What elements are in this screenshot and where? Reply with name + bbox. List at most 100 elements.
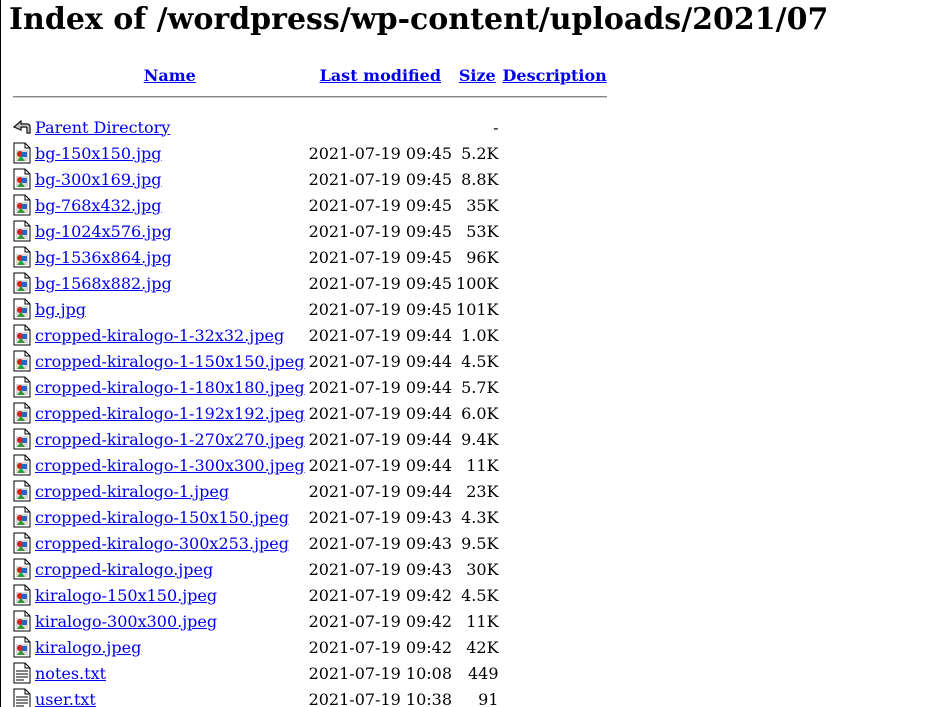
header-icon-cell: [12, 63, 32, 87]
file-last-modified: 2021-07-19 09:44: [308, 377, 453, 397]
file-description: [502, 141, 608, 165]
file-link[interactable]: kiralogo.jpeg: [35, 638, 141, 657]
file-size: 4.3K: [461, 507, 499, 527]
file-last-modified: 2021-07-19 09:44: [308, 325, 453, 345]
file-link[interactable]: bg-1568x882.jpg: [35, 274, 172, 293]
sort-by-last-modified-link[interactable]: Last modified: [320, 66, 441, 85]
sort-by-description-link[interactable]: Description: [503, 66, 607, 85]
header-divider: [13, 96, 607, 98]
file-row: cropped-kiralogo-1.jpeg 2021-07-19 09:44 2…: [12, 479, 608, 503]
directory-listing-table: Name Last modified Size Description Pare…: [10, 61, 610, 707]
file-last-modified: 2021-07-19 09:45: [308, 247, 453, 267]
file-size: 11K: [466, 611, 499, 631]
file-link[interactable]: cropped-kiralogo-1-32x32.jpeg: [35, 326, 284, 345]
image-file-icon: [12, 428, 32, 450]
file-link[interactable]: cropped-kiralogo-1-180x180.jpeg: [35, 378, 305, 397]
file-last-modified: 2021-07-19 09:45: [308, 221, 453, 241]
file-link[interactable]: bg-150x150.jpg: [35, 144, 162, 163]
file-size: 11K: [466, 455, 499, 475]
file-size: 23K: [466, 481, 499, 501]
file-link[interactable]: notes.txt: [35, 664, 106, 683]
file-row: bg-150x150.jpg 2021-07-19 09:45 5.2K: [12, 141, 608, 165]
file-link[interactable]: cropped-kiralogo-1-270x270.jpeg: [35, 430, 305, 449]
file-size: 6.0K: [461, 403, 499, 423]
file-icon-cell: [12, 349, 32, 373]
file-icon-cell: [12, 479, 32, 503]
image-file-icon: [12, 610, 32, 632]
file-size: 101K: [456, 299, 499, 319]
file-row: notes.txt 2021-07-19 10:08 449: [12, 661, 608, 685]
file-link[interactable]: bg-1536x864.jpg: [35, 248, 172, 267]
header-last-modified: Last modified: [308, 63, 453, 87]
file-size: 9.5K: [461, 533, 499, 553]
file-icon-cell: [12, 687, 32, 707]
file-link[interactable]: cropped-kiralogo-300x253.jpeg: [35, 534, 289, 553]
file-row: bg-1024x576.jpg 2021-07-19 09:45 53K: [12, 219, 608, 243]
file-description: [502, 401, 608, 425]
file-link[interactable]: cropped-kiralogo.jpeg: [35, 560, 213, 579]
file-name-cell: cropped-kiralogo-150x150.jpeg: [34, 505, 306, 529]
file-link[interactable]: kiralogo-150x150.jpeg: [35, 586, 217, 605]
header-size: Size: [455, 63, 500, 87]
file-last-modified: 2021-07-19 09:42: [308, 611, 453, 631]
file-description: [502, 531, 608, 555]
file-description: [502, 297, 608, 321]
file-last-modified: 2021-07-19 09:44: [308, 429, 453, 449]
file-size: 96K: [466, 247, 499, 267]
file-description: [502, 635, 608, 659]
image-file-icon: [12, 194, 32, 216]
image-file-icon: [12, 480, 32, 502]
file-link[interactable]: bg-1024x576.jpg: [35, 222, 172, 241]
file-link[interactable]: cropped-kiralogo-1-150x150.jpeg: [35, 352, 305, 371]
image-file-icon: [12, 584, 32, 606]
image-file-icon: [12, 532, 32, 554]
file-row: bg-1536x864.jpg 2021-07-19 09:45 96K: [12, 245, 608, 269]
file-link[interactable]: cropped-kiralogo-1-192x192.jpeg: [35, 404, 305, 423]
file-icon-cell: [12, 583, 32, 607]
file-link[interactable]: cropped-kiralogo-150x150.jpeg: [35, 508, 289, 527]
file-link[interactable]: bg-300x169.jpg: [35, 170, 162, 189]
image-file-icon: [12, 246, 32, 268]
file-row: cropped-kiralogo-1-32x32.jpeg 2021-07-19 …: [12, 323, 608, 347]
file-name-cell: bg.jpg: [34, 297, 306, 321]
file-description: [502, 245, 608, 269]
file-last-modified: 2021-07-19 09:43: [308, 559, 453, 579]
file-size: 9.4K: [461, 429, 499, 449]
file-row: kiralogo.jpeg 2021-07-19 09:42 42K: [12, 635, 608, 659]
file-icon-cell: [12, 427, 32, 451]
sort-by-name-link[interactable]: Name: [144, 66, 196, 85]
file-last-modified: 2021-07-19 09:44: [308, 351, 453, 371]
parent-directory-link[interactable]: Parent Directory: [35, 118, 170, 137]
file-name-cell: kiralogo.jpeg: [34, 635, 306, 659]
file-name-cell: bg-150x150.jpg: [34, 141, 306, 165]
file-name-cell: cropped-kiralogo-1-32x32.jpeg: [34, 323, 306, 347]
file-last-modified: 2021-07-19 09:45: [308, 299, 453, 319]
file-link[interactable]: cropped-kiralogo-1-300x300.jpeg: [35, 456, 305, 475]
page-title: Index of /wordpress/wp-content/uploads/2…: [9, 2, 829, 37]
file-icon-cell: [12, 661, 32, 685]
file-row: bg-1568x882.jpg 2021-07-19 09:45 100K: [12, 271, 608, 295]
file-description: [502, 687, 608, 707]
file-size: 5.2K: [461, 143, 499, 163]
file-icon-cell: [12, 323, 32, 347]
file-link[interactable]: kiralogo-300x300.jpeg: [35, 612, 217, 631]
file-row: cropped-kiralogo-1-300x300.jpeg 2021-07-1…: [12, 453, 608, 477]
file-description: [502, 219, 608, 243]
file-last-modified: 2021-07-19 09:42: [308, 637, 453, 657]
image-file-icon: [12, 402, 32, 424]
file-link[interactable]: bg-768x432.jpg: [35, 196, 162, 215]
file-description: [502, 427, 608, 451]
file-icon-cell: [12, 609, 32, 633]
file-link[interactable]: bg.jpg: [35, 300, 86, 319]
file-link[interactable]: user.txt: [35, 690, 96, 707]
file-row: cropped-kiralogo-300x253.jpeg 2021-07-19 …: [12, 531, 608, 555]
file-name-cell: cropped-kiralogo-300x253.jpeg: [34, 531, 306, 555]
file-name-cell: cropped-kiralogo.jpeg: [34, 557, 306, 581]
image-file-icon: [12, 272, 32, 294]
file-last-modified: 2021-07-19 09:45: [308, 273, 453, 293]
file-icon-cell: [12, 297, 32, 321]
file-link[interactable]: cropped-kiralogo-1.jpeg: [35, 482, 229, 501]
sort-by-size-link[interactable]: Size: [459, 66, 496, 85]
file-last-modified: 2021-07-19 09:45: [308, 143, 453, 163]
file-last-modified: 2021-07-19 09:44: [308, 455, 453, 475]
